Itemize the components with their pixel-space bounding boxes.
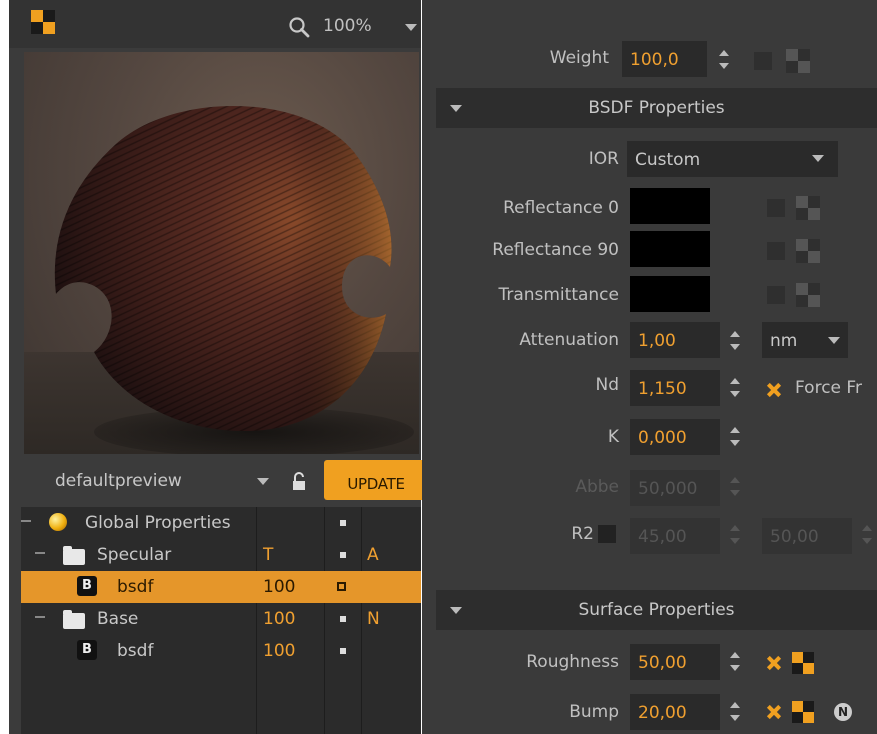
visibility-dot-icon[interactable] — [340, 520, 346, 526]
preview-scene-select[interactable]: defaultpreview — [39, 461, 284, 501]
preview-toolbar: 100% — [9, 0, 421, 48]
roughness-texture-clear-icon[interactable] — [767, 656, 781, 670]
app-logo-icon — [31, 10, 55, 34]
bsdf-badge-icon: B — [77, 576, 97, 596]
zoom-icon[interactable] — [288, 16, 310, 38]
tree-row-base[interactable]: Base 100 N — [21, 603, 421, 635]
globe-icon — [49, 513, 67, 531]
weight-label: Weight — [549, 48, 609, 68]
roughness-texture-icon[interactable] — [792, 652, 814, 674]
checker-texture-icon[interactable] — [786, 49, 810, 73]
collapse-icon[interactable] — [21, 520, 31, 522]
r2-checkbox[interactable] — [598, 525, 616, 543]
reflectance0-label: Reflectance 0 — [503, 198, 619, 218]
abbe-stepper — [728, 472, 742, 502]
weight-stepper[interactable] — [717, 45, 731, 75]
nd-field[interactable]: 1,150 — [630, 370, 720, 406]
tree-row-name: Global Properties — [85, 513, 231, 533]
r2-stepper-2 — [860, 520, 874, 550]
reflectance90-texture-toggle[interactable] — [767, 242, 785, 260]
k-stepper[interactable] — [728, 422, 742, 452]
reflectance0-swatch[interactable] — [630, 188, 710, 224]
k-field[interactable]: 0,000 — [630, 419, 720, 455]
chevron-down-icon[interactable] — [257, 478, 269, 485]
tree-row-name: Base — [97, 609, 139, 629]
tree-row-col1: 100 — [263, 609, 296, 629]
folder-icon — [63, 610, 85, 629]
k-label: K — [607, 427, 619, 447]
tree-row-global-properties[interactable]: Global Properties — [21, 507, 421, 539]
ior-select[interactable]: Custom — [627, 141, 838, 177]
material-properties-panel: Weight 100,0 BSDF Properties IOR Custom … — [422, 0, 877, 734]
tree-row-name: bsdf — [117, 577, 154, 597]
tree-row-specular[interactable]: Specular T A — [21, 539, 421, 571]
update-button[interactable]: UPDATE — [324, 460, 428, 500]
checker-texture-icon[interactable] — [796, 283, 820, 307]
bump-stepper[interactable] — [728, 697, 742, 727]
normal-map-icon[interactable]: N — [834, 703, 852, 721]
transmittance-label: Transmittance — [498, 285, 619, 305]
visibility-dot-icon[interactable] — [340, 616, 346, 622]
visibility-dot-icon[interactable] — [340, 552, 346, 558]
weight-texture-toggle[interactable] — [754, 52, 772, 70]
reflectance0-texture-toggle[interactable] — [767, 199, 785, 217]
nd-label: Nd — [595, 375, 619, 395]
bsdf-badge-icon: B — [77, 640, 97, 660]
roughness-stepper[interactable] — [728, 647, 742, 677]
material-preview-image — [24, 52, 419, 454]
fabric-sphere — [54, 105, 392, 432]
attenuation-stepper[interactable] — [728, 326, 742, 356]
nd-stepper[interactable] — [728, 373, 742, 403]
tree-row-name: Specular — [97, 545, 172, 565]
tree-row-col1: T — [263, 545, 274, 565]
bsdf-properties-header[interactable]: BSDF Properties — [436, 88, 877, 128]
bump-field[interactable]: 20,00 — [630, 694, 720, 730]
collapse-icon[interactable] — [35, 616, 45, 618]
checker-texture-icon[interactable] — [796, 196, 820, 220]
bump-texture-clear-icon[interactable] — [767, 705, 781, 719]
force-fresnel-checkbox-icon[interactable] — [767, 383, 781, 397]
tree-row-col1: 100 — [263, 641, 296, 661]
checker-texture-icon[interactable] — [796, 239, 820, 263]
r2-stepper-1 — [728, 520, 742, 550]
collapse-icon[interactable] — [35, 552, 45, 554]
chevron-down-icon[interactable] — [828, 337, 840, 344]
reflectance90-swatch[interactable] — [630, 231, 710, 267]
bump-label: Bump — [569, 702, 619, 722]
bsdf-section-title: BSDF Properties — [588, 98, 725, 118]
transmittance-swatch[interactable] — [630, 276, 710, 312]
lock-icon[interactable] — [291, 472, 307, 492]
surface-section-title: Surface Properties — [578, 600, 735, 620]
material-layer-tree: Global Properties Specular T A B bsdf 10… — [21, 507, 421, 734]
surface-properties-header[interactable]: Surface Properties — [436, 590, 877, 630]
weight-field[interactable]: 100,0 — [622, 41, 707, 77]
force-fresnel-label: Force Fr — [795, 378, 862, 398]
tree-row-col3: A — [367, 545, 379, 565]
bump-texture-icon[interactable] — [792, 701, 814, 723]
r2-field-1: 45,00 — [630, 518, 720, 554]
reflectance90-label: Reflectance 90 — [492, 240, 619, 260]
chevron-down-icon[interactable] — [812, 155, 824, 162]
zoom-dropdown-icon[interactable] — [405, 24, 417, 31]
preview-scene-value: defaultpreview — [55, 471, 182, 491]
visibility-dot-icon[interactable] — [337, 582, 346, 591]
tree-row-specular-bsdf[interactable]: B bsdf 100 — [21, 571, 421, 603]
zoom-level[interactable]: 100% — [323, 16, 372, 36]
abbe-label: Abbe — [575, 477, 619, 497]
tree-row-col1: 100 — [263, 577, 296, 597]
roughness-label: Roughness — [526, 652, 619, 672]
tree-row-col3: N — [367, 609, 380, 629]
tree-row-name: bsdf — [117, 641, 154, 661]
visibility-dot-icon[interactable] — [340, 648, 346, 654]
abbe-field: 50,000 — [630, 470, 720, 506]
roughness-field[interactable]: 50,00 — [630, 644, 720, 680]
ior-label: IOR — [588, 149, 619, 169]
attenuation-field[interactable]: 1,00 — [630, 322, 720, 358]
attenuation-label: Attenuation — [519, 330, 619, 350]
r2-label: R2 — [571, 524, 594, 544]
folder-icon — [63, 546, 85, 565]
r2-field-2: 50,00 — [762, 518, 852, 554]
tree-row-base-bsdf[interactable]: B bsdf 100 — [21, 635, 421, 667]
transmittance-texture-toggle[interactable] — [767, 286, 785, 304]
